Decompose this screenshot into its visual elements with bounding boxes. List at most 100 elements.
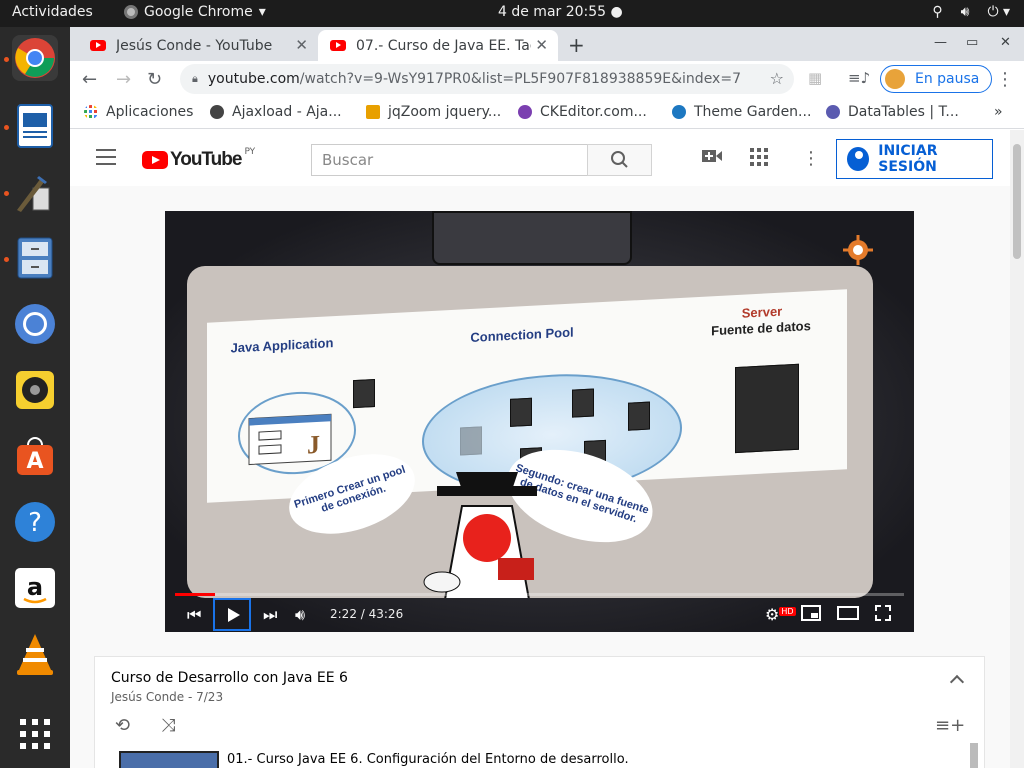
file-cabinet-icon[interactable]: [12, 235, 58, 281]
help-icon[interactable]: ?: [12, 499, 58, 545]
bookmark-label: Theme Garden...: [694, 104, 812, 120]
document-viewer-icon[interactable]: [12, 103, 58, 149]
video-controls: ⏮︎ ⏭︎ 🔊︎ 2:22 / 43:26 ⚙ HD: [165, 597, 914, 632]
address-bar[interactable]: 🔒︎ youtube.com/watch?v=9-WsY917PR0&list=…: [180, 64, 794, 94]
close-tab-icon[interactable]: ✕: [295, 36, 308, 54]
page-scrollbar[interactable]: [1010, 130, 1024, 768]
video-screen: Java Application Connection Pool Server …: [187, 266, 873, 598]
tablet-clamp: [432, 211, 632, 265]
globe-icon: [210, 105, 224, 119]
page-scrollbar-thumb[interactable]: [1013, 144, 1021, 259]
tab-title: Jesús Conde - YouTube: [116, 37, 273, 54]
theater-mode-icon[interactable]: [837, 605, 859, 624]
hamburger-menu-icon[interactable]: [96, 149, 116, 165]
minimize-button[interactable]: —: [934, 35, 947, 50]
collapse-chevron-icon[interactable]: [949, 674, 965, 690]
shuffle-icon[interactable]: ⤨: [161, 715, 175, 736]
previous-video-icon[interactable]: ⏮︎: [187, 605, 201, 625]
svg-text:a: a: [27, 573, 43, 601]
video-progress-bar[interactable]: [175, 593, 904, 596]
ckeditor-icon: [518, 105, 532, 119]
clock[interactable]: 4 de mar 20:55 ●: [498, 4, 623, 20]
search-input[interactable]: Buscar: [311, 144, 588, 176]
svg-text:J: J: [307, 430, 320, 460]
bookmark-ajaxload[interactable]: Ajaxload - Aja...: [210, 104, 342, 120]
vlc-icon[interactable]: [12, 631, 58, 677]
maximize-button[interactable]: ▭: [966, 35, 978, 50]
playlist-subtitle: Jesús Conde - 7/23: [111, 690, 224, 704]
app-store-icon[interactable]: A: [12, 433, 58, 479]
media-control-icon[interactable]: ≡♪: [848, 69, 870, 87]
svg-text:?: ?: [28, 508, 42, 538]
play-button[interactable]: [213, 598, 251, 631]
new-tab-button[interactable]: +: [568, 33, 585, 57]
youtube-header: YouTube PY Buscar ⋮ INICIAR SESIÓN: [70, 130, 1010, 186]
sign-in-button[interactable]: INICIAR SESIÓN: [836, 139, 993, 179]
volume-icon[interactable]: 🔊︎: [295, 605, 305, 625]
bookmark-star-icon[interactable]: ☆: [770, 69, 784, 88]
back-icon[interactable]: ←: [82, 69, 97, 90]
theme-garden-icon: [672, 105, 686, 119]
bookmark-jqzoom[interactable]: jqZoom jquery...: [366, 104, 501, 120]
chrome-app-icon: [124, 5, 138, 19]
bookmark-datatables[interactable]: DataTables | T...: [826, 104, 959, 120]
forward-icon[interactable]: →: [116, 69, 131, 90]
tab-strip: Jesús Conde - YouTube ✕ 07.- Curso de Ja…: [70, 27, 1024, 61]
settings-kebab-icon[interactable]: ⋮: [802, 148, 820, 169]
apps-icon[interactable]: [750, 148, 768, 171]
app-menu-label: Google Chrome: [144, 4, 253, 20]
database-server-icon: [735, 363, 799, 454]
system-top-bar: Actividades Google Chrome ▾ 4 de mar 20:…: [0, 0, 1024, 27]
duke-mascot-icon: [423, 472, 537, 598]
extension-icon[interactable]: ▦: [808, 69, 822, 87]
apps-grid-icon: [84, 105, 97, 118]
video-progress-fill: [175, 593, 216, 596]
connection-pool-label: Connection Pool: [470, 324, 574, 345]
bookmark-ckeditor[interactable]: CKEditor.com...: [518, 104, 647, 120]
youtube-logo[interactable]: YouTube PY: [142, 147, 256, 171]
search-icon: [611, 151, 628, 168]
tab-curso-java-ee[interactable]: 07.- Curso de Java EE. Tag ✕: [318, 30, 558, 61]
java-application-label: Java Application: [230, 335, 334, 356]
bookmarks-overflow-icon[interactable]: »: [994, 104, 1003, 120]
speaker-icon[interactable]: [12, 367, 58, 413]
create-video-icon[interactable]: [702, 148, 722, 169]
country-code: PY: [244, 147, 256, 157]
save-playlist-icon[interactable]: ≡+: [935, 715, 965, 736]
account-circle-icon: [847, 147, 870, 171]
search-button[interactable]: [587, 144, 652, 176]
chrome-icon[interactable]: [12, 35, 58, 81]
video-player[interactable]: Java Application Connection Pool Server …: [165, 211, 914, 632]
channel-watermark-icon[interactable]: [841, 233, 875, 267]
playlist-scrollbar[interactable]: [970, 743, 978, 768]
system-tray[interactable]: ⚲ 🔊︎ ⏻ ▾: [932, 4, 1010, 20]
profile-button[interactable]: En pausa: [880, 65, 993, 93]
reload-icon[interactable]: ↻: [147, 69, 162, 90]
loop-icon[interactable]: ⟲: [115, 715, 130, 736]
playlist-title[interactable]: Curso de Desarrollo con Java EE 6: [111, 670, 348, 686]
playlist-item[interactable]: 01.- Curso Java EE 6. Configuración del …: [119, 745, 979, 768]
playlist-panel: Curso de Desarrollo con Java EE 6 Jesús …: [94, 656, 985, 768]
next-video-icon[interactable]: ⏭︎: [263, 605, 277, 625]
chromium-icon[interactable]: [12, 301, 58, 347]
activities-button[interactable]: Actividades: [12, 4, 93, 20]
app-menu[interactable]: Google Chrome ▾: [124, 4, 266, 20]
close-window-button[interactable]: ✕: [1000, 35, 1011, 50]
bookmark-aplicaciones[interactable]: Aplicaciones: [84, 104, 193, 120]
image-editor-icon[interactable]: [12, 169, 58, 215]
close-tab-icon[interactable]: ✕: [535, 36, 548, 54]
fullscreen-icon[interactable]: [875, 605, 891, 625]
miniplayer-icon[interactable]: [801, 605, 821, 625]
bookmark-theme-garden[interactable]: Theme Garden...: [672, 104, 811, 120]
settings-gear-icon[interactable]: ⚙ HD: [765, 605, 796, 624]
app-grid-icon[interactable]: [12, 711, 58, 757]
amazon-icon[interactable]: a: [12, 565, 58, 611]
bookmark-label: CKEditor.com...: [540, 104, 647, 120]
url-domain: youtube.com: [207, 71, 300, 87]
sign-in-label: INICIAR SESIÓN: [878, 143, 938, 175]
tab-jesus-conde[interactable]: Jesús Conde - YouTube ✕: [78, 30, 318, 61]
bookmark-label: DataTables | T...: [848, 104, 959, 120]
youtube-wordmark: YouTube: [170, 149, 242, 170]
url-path: /watch?v=9-WsY917PR0&list=PL5F907F818938…: [299, 71, 741, 87]
menu-kebab-icon[interactable]: ⋮: [996, 69, 1014, 90]
